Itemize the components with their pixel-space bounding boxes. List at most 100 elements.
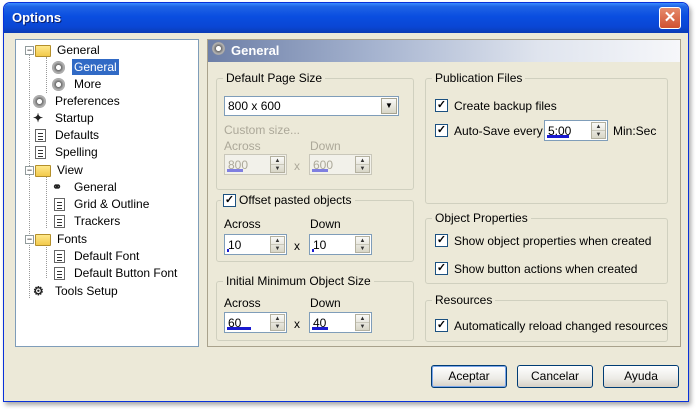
arrow-down-icon[interactable]: ▼	[271, 165, 284, 173]
tree-item-label: General	[74, 180, 117, 194]
min-across-stepper[interactable]: 60 ▲ ▼	[224, 312, 287, 333]
reload-checkbox[interactable]: ✓	[435, 319, 448, 332]
tree-item-label: More	[74, 77, 102, 91]
cancel-button[interactable]: Cancelar	[517, 365, 593, 388]
window-title: Options	[12, 10, 62, 25]
arrow-up-icon[interactable]: ▲	[356, 157, 369, 165]
arrow-down-icon[interactable]: ▼	[271, 323, 284, 331]
arrow-down-icon[interactable]: ▼	[592, 131, 605, 139]
autosave-label: Auto-Save every	[454, 124, 543, 138]
spin-arrows[interactable]: ▲ ▼	[270, 236, 285, 253]
show-props-checkbox[interactable]: ✓	[435, 234, 448, 247]
folder-icon	[35, 165, 51, 177]
page-down-stepper[interactable]: 600 ▲ ▼	[309, 154, 372, 175]
resources-title: Resources	[432, 293, 496, 307]
tree-item-label: Defaults	[55, 128, 100, 142]
dialog-body: − − − General General More Preferences ✦	[8, 33, 684, 397]
tree-item-label: Fonts	[57, 232, 88, 246]
min-down-stepper[interactable]: 40 ▲ ▼	[309, 312, 372, 333]
down-label: Down	[310, 296, 341, 310]
tree-item-label: Trackers	[74, 214, 121, 228]
spin-arrows[interactable]: ▲ ▼	[355, 156, 370, 173]
autosave-checkbox[interactable]: ✓	[435, 124, 448, 137]
tree-item-label: Preferences	[55, 94, 120, 108]
page-across-stepper[interactable]: 800 ▲ ▼	[224, 154, 287, 175]
grid-icon	[54, 198, 65, 211]
resources-group: Resources ✓ Automatically reload changed…	[425, 293, 668, 342]
offset-across-stepper[interactable]: 10 ▲ ▼	[224, 234, 287, 255]
offset-checkbox[interactable]: ✓	[223, 194, 236, 207]
gear-icon	[52, 61, 65, 74]
offset-title: ✓ Offset pasted objects	[221, 193, 355, 207]
tree-item-label: Grid & Outline	[74, 197, 150, 211]
options-tree[interactable]: − − − General General More Preferences ✦	[15, 39, 199, 347]
arrow-up-icon[interactable]: ▲	[271, 157, 284, 165]
tree-item-label: General	[72, 59, 119, 75]
arrow-down-icon[interactable]: ▼	[271, 245, 284, 253]
tree-item-label: Default Font	[74, 249, 140, 263]
across-label: Across	[224, 139, 261, 153]
tree-item-label: Spelling	[55, 145, 98, 159]
trackers-icon	[54, 215, 65, 228]
font-icon	[54, 250, 65, 263]
accept-button[interactable]: Aceptar	[431, 365, 507, 388]
tree-item-label: Tools Setup	[55, 284, 118, 298]
publication-title: Publication Files	[432, 71, 526, 85]
spin-bar	[227, 327, 251, 330]
across-label: Across	[224, 296, 261, 310]
arrow-down-icon[interactable]: ▼	[356, 245, 369, 253]
object-properties-title: Object Properties	[432, 211, 531, 225]
offset-group: ✓ Offset pasted objects Across Down 10 ▲…	[216, 193, 414, 262]
spin-arrows[interactable]: ▲ ▼	[355, 236, 370, 253]
show-actions-checkbox[interactable]: ✓	[435, 262, 448, 275]
expander-general[interactable]: −	[25, 46, 34, 55]
expander-fonts[interactable]: −	[25, 235, 34, 244]
autosave-stepper[interactable]: 5:00 ▲ ▼	[544, 120, 608, 141]
title-bar[interactable]: Options ✕	[4, 3, 688, 33]
tree-item-label: Startup	[55, 111, 94, 125]
spin-bar	[547, 135, 569, 138]
offset-down-value: 10	[313, 238, 327, 252]
reload-label: Automatically reload changed resources	[454, 319, 668, 333]
page-size-select[interactable]: 800 x 600 ▼	[224, 96, 399, 116]
help-button[interactable]: Ayuda	[603, 365, 679, 388]
backup-label: Create backup files	[454, 99, 557, 113]
font-icon	[54, 267, 65, 280]
expander-view[interactable]: −	[25, 166, 34, 175]
tree-connector	[46, 176, 47, 228]
spin-bar	[227, 249, 229, 252]
spin-bar	[227, 169, 243, 172]
chevron-down-icon[interactable]: ▼	[381, 98, 397, 114]
backup-checkbox[interactable]: ✓	[435, 99, 448, 112]
spin-arrows[interactable]: ▲ ▼	[270, 314, 285, 331]
spin-bar	[312, 249, 314, 252]
arrow-down-icon[interactable]: ▼	[356, 323, 369, 331]
spin-arrows[interactable]: ▲ ▼	[355, 314, 370, 331]
times-sign: x	[294, 159, 300, 173]
arrow-down-icon[interactable]: ▼	[356, 165, 369, 173]
spin-arrows[interactable]: ▲ ▼	[591, 122, 606, 139]
tree-item-label: View	[57, 163, 83, 177]
custom-size-label: Custom size...	[224, 123, 301, 137]
startup-icon: ✦	[33, 111, 44, 125]
spin-bar	[312, 327, 328, 330]
tools-icon: ⚙	[33, 284, 44, 298]
arrow-up-icon[interactable]: ▲	[356, 237, 369, 245]
offset-down-stepper[interactable]: 10 ▲ ▼	[309, 234, 372, 255]
close-button[interactable]: ✕	[659, 7, 681, 29]
folder-icon	[35, 234, 51, 246]
arrow-up-icon[interactable]: ▲	[592, 123, 605, 131]
across-label: Across	[224, 217, 261, 231]
spin-arrows[interactable]: ▲ ▼	[270, 156, 285, 173]
tree-connector	[46, 57, 47, 93]
spelling-icon	[35, 146, 46, 159]
binoculars-icon: ⚭	[52, 180, 63, 194]
arrow-up-icon[interactable]: ▲	[271, 315, 284, 323]
offset-label: Offset pasted objects	[239, 193, 352, 207]
spin-bar	[312, 169, 328, 172]
arrow-up-icon[interactable]: ▲	[271, 237, 284, 245]
page-size-title: Default Page Size	[223, 71, 326, 85]
page-size-value: 800 x 600	[228, 99, 281, 113]
arrow-up-icon[interactable]: ▲	[356, 315, 369, 323]
folder-icon	[35, 45, 51, 57]
